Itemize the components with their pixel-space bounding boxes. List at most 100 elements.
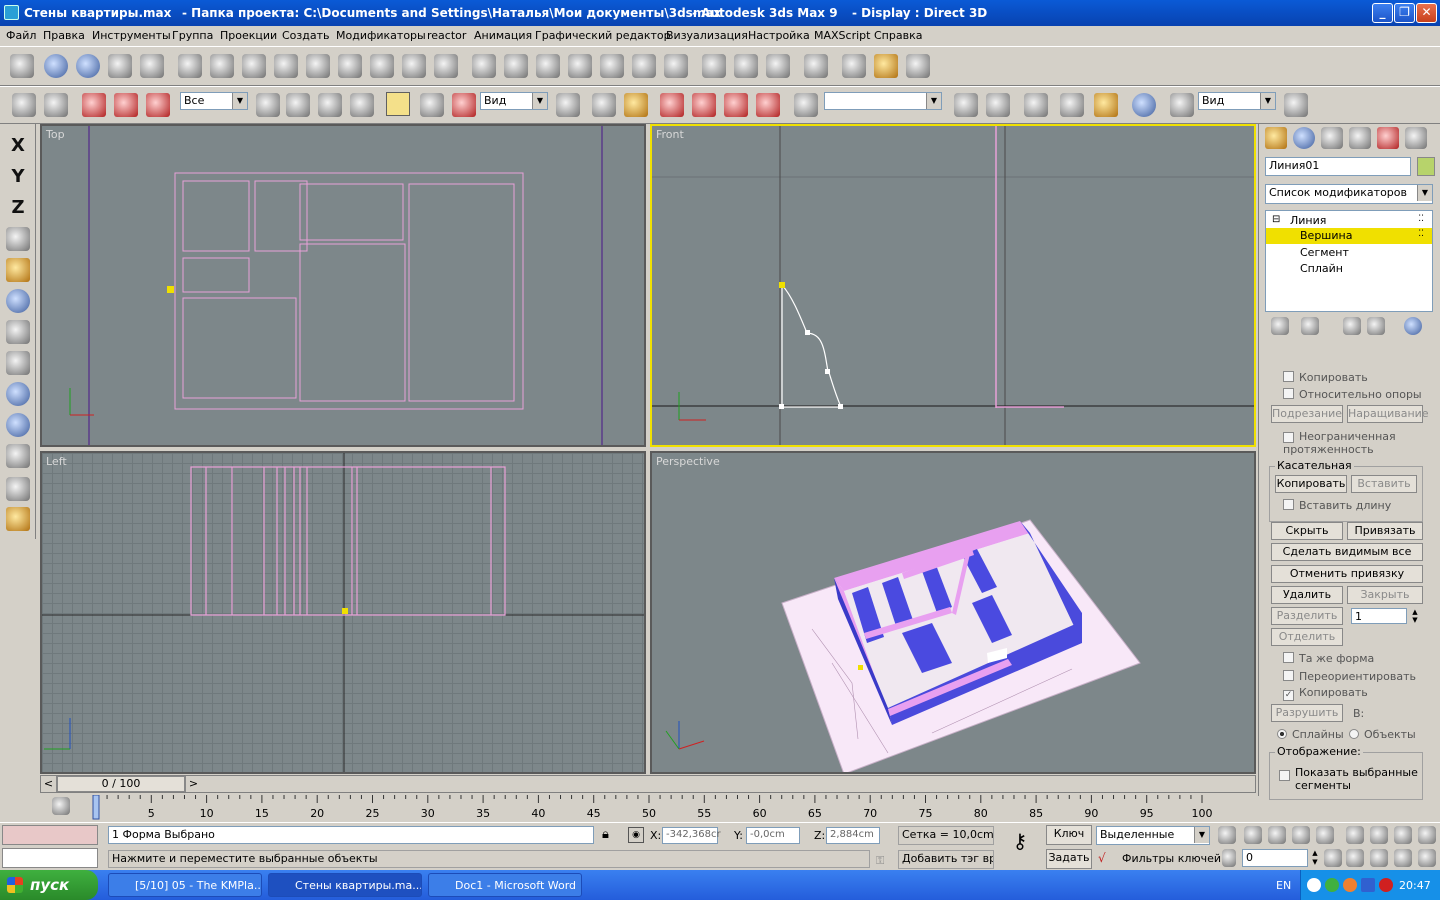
cylinder-icon[interactable] [210, 54, 234, 78]
curve-editor-icon[interactable] [1060, 93, 1084, 117]
hierarchy-icon[interactable] [6, 289, 30, 313]
close-spline-button[interactable]: Закрыть [1347, 586, 1423, 604]
absolute-mode-icon[interactable]: ◉ [628, 827, 644, 843]
viewport-top[interactable]: Top [40, 124, 646, 447]
current-frame-input[interactable]: 0 [1242, 849, 1308, 867]
close-button[interactable]: ✕ [1416, 3, 1437, 23]
copy-detach-checkbox[interactable]: ✓ Копировать [1283, 686, 1368, 701]
bottle-icon[interactable] [536, 54, 560, 78]
gear-icon[interactable] [306, 54, 330, 78]
menu-file[interactable]: Файл [6, 29, 36, 42]
teapot-small-icon[interactable] [6, 477, 30, 501]
meter-icon[interactable] [734, 54, 758, 78]
lock-icon[interactable]: 🔒︎ [602, 827, 609, 842]
spinner-snap-icon[interactable] [756, 93, 780, 117]
utilities-tab-icon[interactable] [1405, 127, 1427, 149]
pen-icon[interactable] [242, 54, 266, 78]
modify-tab-icon[interactable] [1293, 127, 1315, 149]
menu-maxscript[interactable]: MAXScript [814, 29, 870, 42]
tangent-copy-button[interactable]: Копировать [1275, 475, 1347, 493]
zoom-icon[interactable] [1346, 826, 1364, 844]
prev-frame-arrow-icon[interactable]: < [41, 776, 57, 792]
zoom-all-icon[interactable] [1370, 826, 1388, 844]
explode-button[interactable]: Разрушить [1271, 704, 1343, 722]
auto-key-button[interactable]: Ключ [1046, 825, 1092, 845]
about-pivot-checkbox[interactable]: Относительно опоры [1283, 388, 1422, 401]
task-3dsmax[interactable]: Стены квартиры.ma... [268, 873, 422, 897]
menu-graph-editors[interactable]: Графический редактор [535, 29, 671, 42]
film-icon[interactable] [906, 54, 930, 78]
swirl-icon[interactable] [766, 54, 790, 78]
select-by-name-icon[interactable] [286, 93, 310, 117]
x-coord-input[interactable]: -342,368cr [662, 827, 721, 844]
pin-stack-icon[interactable] [1271, 317, 1289, 335]
key-mode-toggle-icon[interactable] [1222, 849, 1236, 867]
texture-icon[interactable] [6, 351, 30, 375]
object-color-swatch[interactable] [1417, 157, 1435, 176]
window-crossing-icon[interactable] [350, 93, 374, 117]
zoom-extents-icon[interactable] [1394, 826, 1412, 844]
document-icon[interactable] [804, 54, 828, 78]
configure-sets-icon[interactable] [1404, 317, 1422, 335]
render-view-select[interactable]: Вид ▼ [1198, 92, 1276, 110]
stack-item-line[interactable]: Линия [1290, 214, 1326, 227]
maximize-viewport-icon[interactable] [1418, 849, 1436, 867]
ref-coord-select[interactable]: Вид ▼ [480, 92, 548, 110]
redo-icon[interactable] [44, 93, 68, 117]
spheres-icon[interactable] [6, 382, 30, 406]
selection-filter-select[interactable]: Все ▼ [180, 92, 248, 110]
splines-radio[interactable]: Сплайны [1277, 728, 1344, 741]
viewport-front[interactable]: Front [650, 124, 1256, 447]
named-selection-select[interactable]: ▼ [824, 92, 942, 110]
render-setup-icon[interactable] [1170, 93, 1194, 117]
stack-item-vertex[interactable]: Вершина [1300, 229, 1352, 242]
paste-length-checkbox[interactable]: Вставить длину [1283, 499, 1391, 512]
y-axis-button[interactable]: Y [6, 165, 30, 189]
scale-icon[interactable] [452, 93, 476, 117]
language-indicator[interactable]: EN [1276, 879, 1291, 892]
play-button-icon[interactable] [1268, 826, 1286, 844]
teapot-render-icon[interactable] [1284, 93, 1308, 117]
unbind-button[interactable]: Отменить привязку [1271, 565, 1423, 583]
motion-tab-icon[interactable] [1349, 127, 1371, 149]
app-icon[interactable] [4, 5, 19, 20]
detach-button[interactable]: Отделить [1271, 628, 1343, 646]
edit-named-sel-icon[interactable] [794, 93, 818, 117]
pivot-icon[interactable] [556, 93, 580, 117]
pan-hand-icon[interactable] [1370, 849, 1388, 867]
select-arrow-icon[interactable] [256, 93, 280, 117]
bind-warp-icon[interactable] [146, 93, 170, 117]
previous-key-icon[interactable] [1244, 826, 1262, 844]
menu-reactor[interactable]: reactor [427, 29, 466, 42]
sail-icon[interactable] [402, 54, 426, 78]
timeline-ruler[interactable]: 0510152025303540455055606570758085909510… [40, 795, 1256, 821]
frame-counter[interactable]: 0 / 100 [57, 776, 185, 792]
mirror-icon[interactable] [954, 93, 978, 117]
star-icon[interactable] [140, 54, 164, 78]
show-end-result-icon[interactable] [1301, 317, 1319, 335]
menu-rendering[interactable]: Визуализация [666, 29, 748, 42]
angle-snap-icon[interactable] [692, 93, 716, 117]
z-axis-button[interactable]: Z [6, 196, 30, 220]
display-tab-icon[interactable] [1377, 127, 1399, 149]
delete-button[interactable]: Удалить [1271, 586, 1343, 604]
percent-snap-icon[interactable] [724, 93, 748, 117]
unlink-icon[interactable] [114, 93, 138, 117]
modifier-list-select[interactable]: Список модификаторов ▼ [1265, 184, 1433, 204]
magnifier-icon[interactable] [842, 54, 866, 78]
show-selected-segs-checkbox[interactable]: Показать выбранные сегменты [1279, 766, 1419, 792]
viewport-left[interactable]: Left [40, 451, 646, 774]
bone-icon[interactable] [568, 54, 592, 78]
restore-button[interactable]: ❐ [1394, 3, 1415, 23]
z-coord-input[interactable]: 2,884cm [826, 827, 880, 844]
region-zoom-icon[interactable] [1346, 849, 1364, 867]
stack-item-spline[interactable]: Сплайн [1300, 262, 1343, 275]
rect-region-icon[interactable] [318, 93, 342, 117]
add-time-tag[interactable]: Добавить тэг времени [898, 850, 994, 869]
ruler-icon[interactable] [6, 258, 30, 282]
menu-help[interactable]: Справка [874, 29, 922, 42]
tools-icon[interactable] [6, 320, 30, 344]
infinite-bounds-checkbox[interactable]: Неограниченная протяженность [1283, 430, 1423, 456]
trim-button[interactable]: Подрезание [1271, 405, 1343, 423]
material-editor-icon[interactable] [1132, 93, 1156, 117]
